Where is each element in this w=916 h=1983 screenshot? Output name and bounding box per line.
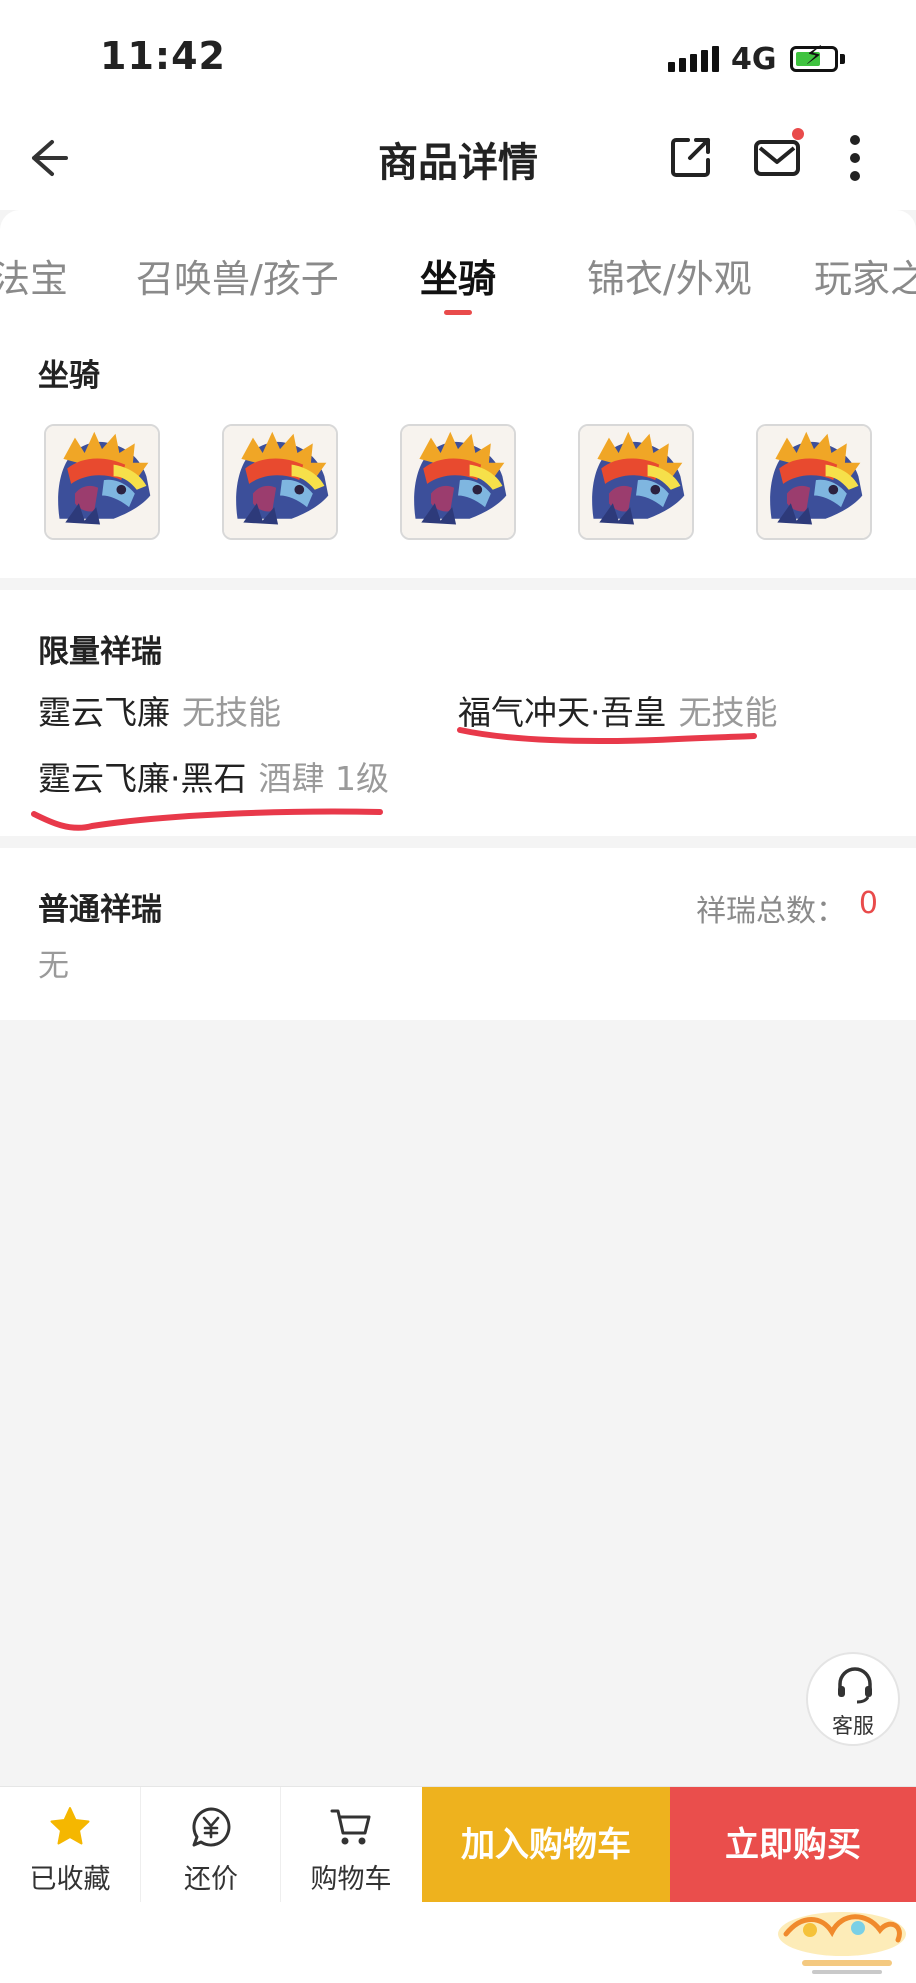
share-icon[interactable] [668,134,714,180]
unread-dot [792,128,804,140]
empty-text: 无 [38,948,69,984]
section-title-limited: 限量祥瑞 [38,634,162,670]
mount-thumbnail[interactable] [756,424,872,540]
section-title-mount: 坐骑 [38,358,100,394]
tab-mount[interactable]: 坐骑 [420,248,496,303]
tab-fabao[interactable]: 法宝 [0,248,68,303]
total-count-value: 0 [858,886,878,921]
customer-service-label: 客服 [832,1714,874,1738]
tab-outfit[interactable]: 锦衣/外观 [587,248,752,303]
favorite-button[interactable]: 已收藏 [0,1787,140,1903]
mount-thumbnail[interactable] [578,424,694,540]
battery-icon: ⚡ [790,43,838,72]
category-tabs: 法宝 召唤兽/孩子 坐骑 锦衣/外观 玩家之 [0,210,916,330]
status-time: 11:42 [100,34,226,78]
message-icon[interactable] [752,134,804,180]
tab-player[interactable]: 玩家之 [814,248,916,303]
mount-thumbnail[interactable] [222,424,338,540]
limited-item-desc: 无技能 [182,693,281,732]
hand-drawn-underline [457,727,757,744]
battery-cap [840,54,845,64]
cart-icon [330,1809,371,1845]
mount-thumbnail[interactable] [44,424,160,540]
bargain-label: 还价 [184,1864,238,1895]
bargain-button[interactable]: 还价 [140,1787,281,1903]
limited-item: 霆云飞廉·黑石 酒肆 1级 [38,752,389,800]
total-count-label: 祥瑞总数： [696,894,846,929]
hand-drawn-underline [31,808,383,831]
mount-thumbnail[interactable] [400,424,516,540]
more-icon[interactable] [840,132,870,184]
status-bar: 11:42 4G ⚡ [0,0,916,120]
limited-item-name: 霆云飞廉 [38,693,170,732]
game-logo-watermark [778,1912,906,1974]
limited-item-name: 霆云飞廉·黑石 [38,759,247,798]
favorite-label: 已收藏 [29,1864,111,1895]
signal-icon [668,46,719,72]
cart-label: 购物车 [310,1864,392,1895]
cart-shortcut-button[interactable]: 购物车 [280,1787,421,1903]
yen-chat-icon [192,1807,231,1847]
network-type: 4G [731,42,777,77]
normal-section: 普通祥瑞 祥瑞总数： 0 无 [0,848,916,1020]
limited-item: 霆云飞廉 无技能 [38,686,281,734]
star-icon [50,1807,90,1845]
bottom-action-bar: 已收藏 还价 购物车 加入购物车 立即购买 [0,1786,916,1903]
section-title-normal: 普通祥瑞 [38,892,162,928]
customer-service-button[interactable]: 客服 [806,1652,900,1746]
tab-summon[interactable]: 召唤兽/孩子 [136,248,339,303]
headset-icon [838,1667,872,1704]
add-to-cart-button[interactable]: 加入购物车 [422,1787,670,1903]
limited-item-desc: 酒肆 1级 [258,759,390,798]
buy-now-button[interactable]: 立即购买 [670,1787,916,1903]
app-header: 商品详情 [0,120,916,210]
tab-active-indicator [444,310,472,315]
